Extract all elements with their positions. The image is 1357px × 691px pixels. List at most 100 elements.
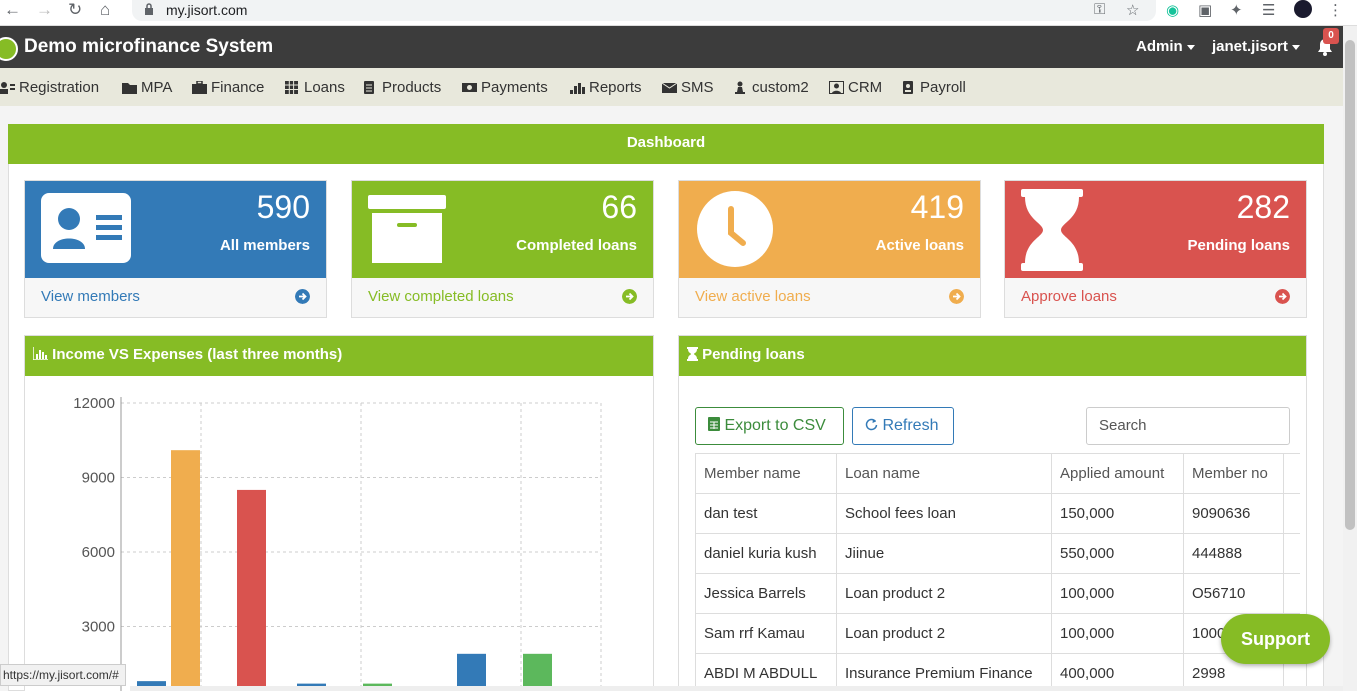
column-header[interactable]: Loan name	[836, 453, 1052, 494]
chart-bar[interactable]	[237, 489, 266, 691]
menu-item-sms[interactable]: SMS	[662, 78, 714, 96]
pending-loans-title: Pending loans	[702, 346, 805, 363]
menu-item-products[interactable]: Products	[363, 78, 441, 96]
support-button[interactable]: Support	[1221, 614, 1330, 664]
kebab-menu-icon[interactable]: ⋮	[1328, 1, 1343, 19]
table-cell: Jiinue	[836, 533, 1052, 574]
menu-label: Registration	[19, 78, 100, 96]
back-icon[interactable]: ←	[4, 0, 21, 20]
column-header[interactable]: Member name	[695, 453, 837, 494]
menu-label: Loans	[304, 78, 345, 96]
column-header-extra	[1283, 453, 1300, 494]
forward-icon[interactable]: →	[36, 0, 53, 20]
y-tick-label: 6000	[82, 544, 115, 561]
table-cell: 150,000	[1051, 493, 1184, 534]
table-row[interactable]: dan test School fees loan 150,000 909063…	[695, 493, 1300, 534]
address-bar[interactable]: my.jisort.com ⚿ ☆	[132, 0, 1156, 21]
refresh-button[interactable]: Refresh	[852, 407, 954, 445]
stat-label: Active loans	[875, 237, 964, 254]
table-row[interactable]: daniel kuria kush Jiinue 550,000 444888	[695, 533, 1300, 574]
star-icon[interactable]: ☆	[1126, 1, 1139, 19]
income-expenses-title: Income VS Expenses (last three months)	[52, 346, 343, 363]
menu-item-mpa[interactable]: MPA	[122, 78, 172, 96]
menu-item-payroll[interactable]: Payroll	[901, 78, 966, 96]
column-header[interactable]: Member no	[1183, 453, 1284, 494]
bar-chart-icon	[570, 82, 585, 94]
brand-title[interactable]: Demo microfinance System	[24, 36, 273, 58]
caret-down-icon	[1186, 44, 1195, 50]
table-cell: Loan product 2	[836, 613, 1052, 654]
id-badge-icon	[903, 80, 913, 94]
search-input[interactable]: Search	[1086, 407, 1290, 445]
main-menu: Registration MPA Finance Loans Products …	[0, 68, 1343, 106]
status-bar-url: https://my.jisort.com/#	[0, 664, 126, 686]
folder-icon	[122, 82, 137, 94]
portrait-icon	[829, 80, 844, 94]
approve-loans-link[interactable]: Approve loans	[1021, 288, 1117, 305]
spreadsheet-icon	[708, 417, 720, 431]
area-chart-icon	[32, 347, 48, 361]
media-icon[interactable]: ☰	[1262, 1, 1275, 19]
user-dropdown[interactable]: janet.jisort	[1212, 38, 1300, 55]
table-cell: dan test	[695, 493, 837, 534]
menu-item-reports[interactable]: Reports	[570, 78, 642, 96]
user-card-icon	[0, 81, 15, 94]
reload-icon[interactable]: ↻	[68, 0, 82, 20]
admin-dropdown[interactable]: Admin	[1136, 38, 1195, 55]
lock-icon	[145, 3, 153, 15]
notification-badge: 0	[1323, 28, 1339, 44]
menu-label: MPA	[141, 78, 173, 96]
stat-label: Completed loans	[516, 237, 637, 254]
horizontal-scrollbar[interactable]	[130, 686, 1343, 691]
chess-pawn-icon	[735, 81, 745, 94]
menu-item-finance[interactable]: Finance	[192, 78, 264, 96]
stat-label: All members	[219, 237, 310, 254]
dashboard-title: Dashboard	[8, 124, 1324, 164]
table-header-row: Member name Loan name Applied amount Mem…	[695, 453, 1300, 494]
scrollbar-thumb[interactable]	[1345, 40, 1355, 530]
export-csv-button[interactable]: Export to CSV	[695, 407, 844, 445]
archive-icon	[368, 195, 446, 263]
view-completed-loans-link[interactable]: View completed loans	[368, 288, 514, 305]
arrow-circle-right-icon[interactable]	[1275, 289, 1290, 304]
menu-item-crm[interactable]: CRM	[829, 78, 882, 96]
table-icon	[285, 80, 298, 94]
menu-label: Reports	[589, 78, 642, 96]
arrow-circle-right-icon[interactable]	[949, 289, 964, 304]
hourglass-icon	[1021, 189, 1083, 271]
table-cell: 550,000	[1051, 533, 1184, 574]
key-icon[interactable]: ⚿	[1094, 1, 1105, 18]
puzzle-icon[interactable]: ✦	[1230, 1, 1243, 19]
column-header[interactable]: Applied amount	[1051, 453, 1184, 494]
browser-toolbar: ← → ↻ ⌂ my.jisort.com ⚿ ☆ ◉ ▣ ✦ ☰ ⋮	[0, 0, 1357, 26]
menu-item-custom2[interactable]: custom2	[733, 78, 809, 96]
table-cell: School fees loan	[836, 493, 1052, 534]
cube-extension-icon[interactable]: ▣	[1198, 1, 1212, 19]
view-members-link[interactable]: View members	[41, 288, 140, 305]
hourglass-icon	[687, 347, 698, 361]
y-tick-label: 12000	[73, 395, 115, 412]
arrow-circle-right-icon[interactable]	[295, 289, 310, 304]
stat-card-active-loans: 419 Active loans View active loans	[678, 180, 981, 318]
stat-card-completed-loans: 66 Completed loans View completed loans	[351, 180, 654, 318]
menu-label: Products	[382, 78, 442, 96]
profile-avatar[interactable]	[1294, 0, 1312, 18]
table-row[interactable]: Sam rrf Kamau Loan product 2 100,000 100…	[695, 613, 1300, 654]
arrow-circle-right-icon[interactable]	[622, 289, 637, 304]
address-card-icon	[41, 193, 131, 263]
export-csv-label: Export to CSV	[724, 417, 826, 434]
chart-bar[interactable]	[171, 450, 200, 691]
stat-value: 66	[601, 189, 637, 225]
home-icon[interactable]: ⌂	[100, 0, 110, 20]
menu-item-payments[interactable]: Payments	[462, 78, 548, 96]
table-row[interactable]: Jessica Barrels Loan product 2 100,000 O…	[695, 573, 1300, 614]
menu-item-registration[interactable]: Registration	[0, 78, 99, 96]
grammarly-icon[interactable]: ◉	[1166, 1, 1179, 19]
admin-label: Admin	[1136, 38, 1183, 55]
briefcase-icon	[192, 80, 207, 94]
view-active-loans-link[interactable]: View active loans	[695, 288, 811, 305]
menu-item-loans[interactable]: Loans	[285, 78, 345, 96]
income-expenses-panel: Income VS Expenses (last three months) 1…	[24, 335, 654, 691]
table-cell: O56710	[1183, 573, 1284, 614]
stat-label: Pending loans	[1187, 237, 1290, 254]
